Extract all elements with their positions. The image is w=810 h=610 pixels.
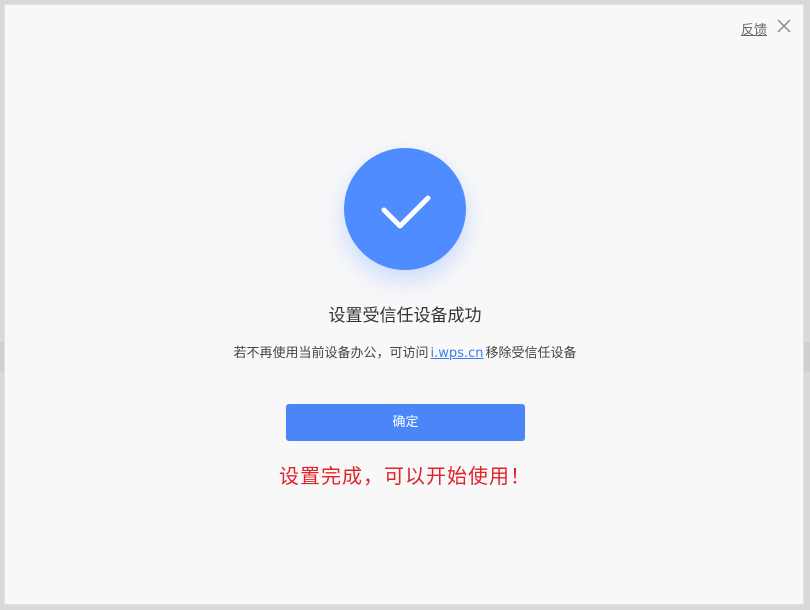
confirm-button[interactable]: 确定 (286, 404, 525, 441)
wps-account-link[interactable]: i.wps.cn (431, 346, 484, 361)
description-text-after: 移除受信任设备 (485, 346, 577, 361)
success-badge (344, 148, 466, 270)
description-text-before: 若不再使用当前设备办公，可访问 (233, 346, 429, 361)
checkmark-icon (381, 195, 431, 229)
trusted-device-dialog: 反馈 设置受信任设备成功 若不再使用当前设备办公，可访问 i.wps.cn 移除受信… (4, 4, 804, 605)
close-icon (777, 19, 791, 33)
completion-annotation: 设置完成，可以开始使用！ (279, 464, 531, 488)
success-description: 若不再使用当前设备办公，可访问 i.wps.cn 移除受信任设备 (5, 342, 805, 361)
feedback-link[interactable]: 反馈 (741, 19, 767, 38)
close-button[interactable] (775, 17, 793, 35)
success-title: 设置受信任设备成功 (328, 306, 482, 326)
